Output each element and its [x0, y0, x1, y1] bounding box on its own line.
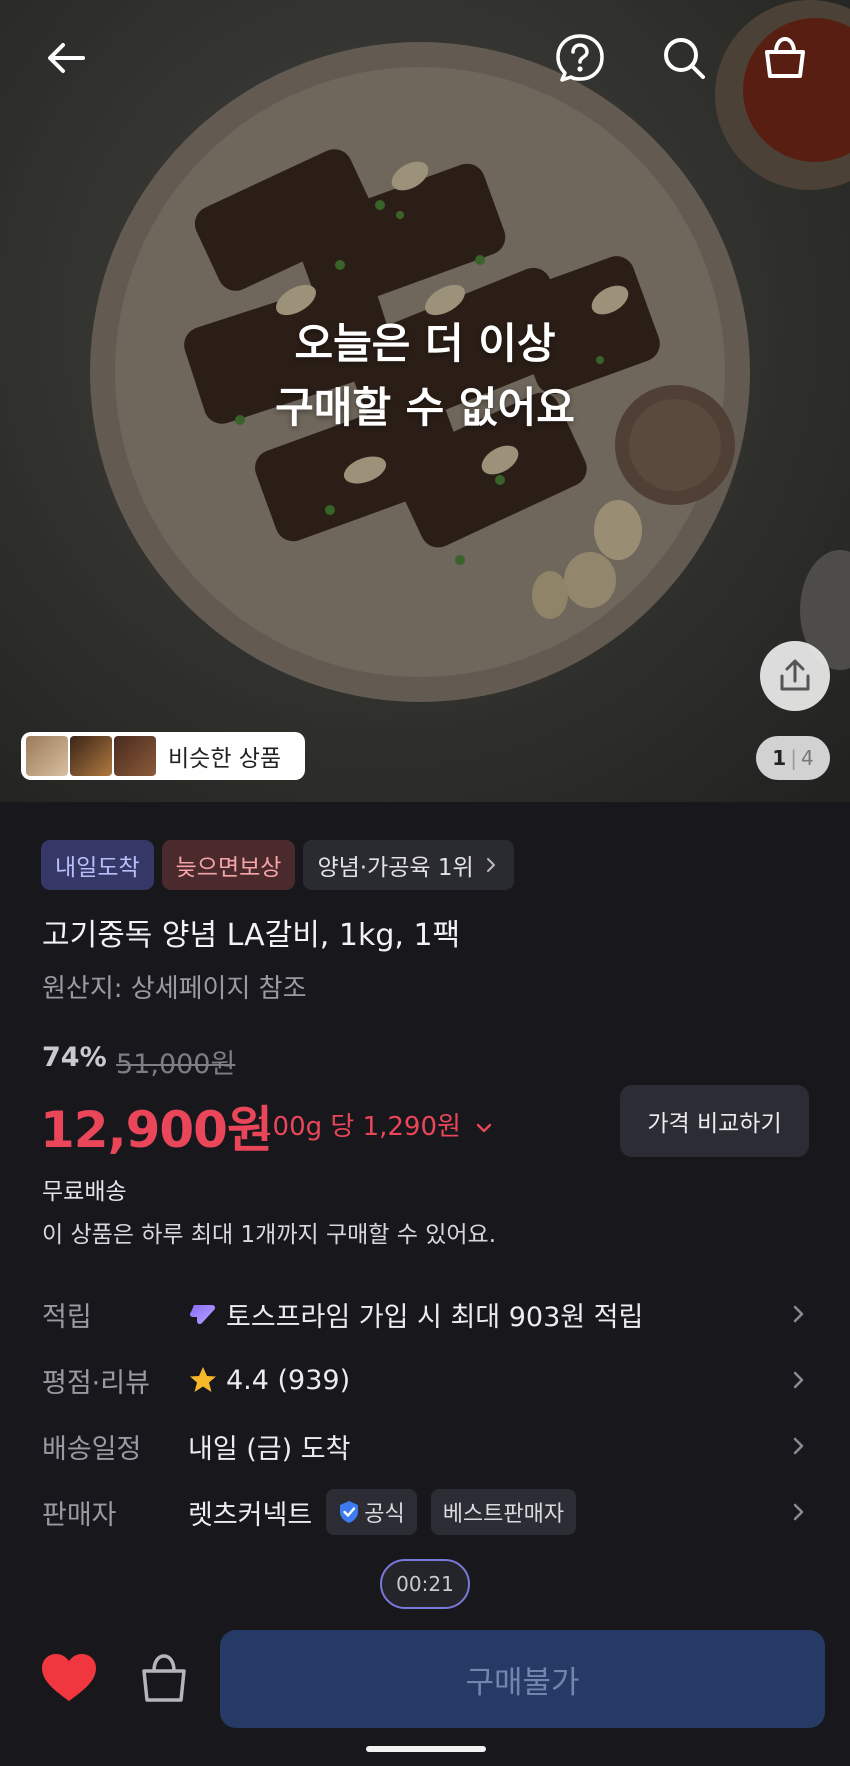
help-icon: [556, 34, 604, 82]
home-indicator: [366, 1746, 486, 1752]
tag-ranking-label: 양념·가공육 1위: [317, 855, 474, 881]
seller-label: 판매자: [42, 1499, 117, 1531]
delivery-label: 배송일정: [42, 1433, 142, 1465]
purchase-limit-notice: 이 상품은 하루 최대 1개까지 구매할 수 있어요.: [42, 1222, 497, 1248]
unit-price-toggle[interactable]: 100g 당 1,290원: [256, 1106, 493, 1143]
delivery-value: 내일 (금) 도착: [188, 1433, 351, 1465]
screen-recording-timer: 00:21: [380, 1559, 470, 1609]
reward-row[interactable]: 적립 토스프라임 가입 시 최대 903원 적립: [0, 1282, 850, 1346]
shipping-info: 무료배송: [42, 1179, 127, 1205]
similar-thumb-2: [70, 736, 112, 776]
product-tags: 내일도착 늦으면보상 양념·가공육 1위: [41, 840, 514, 890]
chevron-right-icon: [486, 858, 495, 872]
share-button[interactable]: [760, 641, 830, 711]
seller-name: 렛츠커넥트: [188, 1499, 313, 1531]
product-origin: 원산지: 상세페이지 참조: [42, 974, 307, 1004]
product-title: 고기중독 양념 LA갈비, 1kg, 1팩: [42, 918, 461, 953]
chevron-right-icon: [793, 1437, 804, 1455]
tag-tomorrow-arrival: 내일도착: [41, 840, 154, 890]
official-badge: 공식: [326, 1489, 417, 1535]
product-image-carousel[interactable]: 오늘은 더 이상 구매할 수 없어요 1 | 4 비슷한 상품: [0, 0, 850, 802]
shopping-bag-icon: [142, 1654, 186, 1702]
official-badge-label: 공식: [364, 1502, 405, 1527]
reward-text: 토스프라임 가입 시 최대 903원 적립: [226, 1301, 644, 1333]
buy-button[interactable]: 구매불가: [220, 1630, 825, 1728]
rating-text: 4.4 (939): [226, 1364, 351, 1396]
soldout-line-2: 구매할 수 없어요: [275, 383, 575, 432]
back-button[interactable]: [38, 30, 94, 86]
star-icon: [190, 1367, 216, 1392]
verified-shield-icon: [340, 1501, 359, 1523]
delivery-schedule-row[interactable]: 배송일정 내일 (금) 도착: [0, 1414, 850, 1478]
pager-current: 1: [772, 746, 787, 770]
pager-separator: |: [790, 746, 797, 770]
chevron-right-icon: [793, 1371, 804, 1389]
pager-total: 4: [800, 746, 814, 770]
chevron-right-icon: [793, 1503, 804, 1521]
discount-rate: 74%: [42, 1042, 107, 1073]
similar-thumb-1: [26, 736, 68, 776]
search-icon: [664, 38, 705, 79]
compare-price-button[interactable]: 가격 비교하기: [620, 1085, 809, 1157]
similar-products-button[interactable]: 비슷한 상품: [21, 732, 305, 780]
rating-value: 4.4 (939): [188, 1365, 350, 1396]
reward-label: 적립: [42, 1301, 92, 1333]
similar-thumb-3: [114, 736, 156, 776]
heart-icon: [42, 1654, 96, 1701]
chevron-right-icon: [793, 1305, 804, 1323]
wishlist-button[interactable]: [40, 1652, 98, 1704]
cart-header-button[interactable]: [757, 30, 813, 86]
rating-review-row[interactable]: 평점·리뷰 4.4 (939): [0, 1348, 850, 1412]
reward-value: 토스프라임 가입 시 최대 903원 적립: [188, 1295, 643, 1334]
image-pager: 1 | 4: [756, 736, 830, 780]
original-price: 51,000원: [116, 1049, 236, 1080]
shopping-bag-icon: [765, 36, 805, 78]
help-button[interactable]: [552, 30, 608, 86]
tag-ranking[interactable]: 양념·가공육 1위: [303, 840, 514, 890]
unit-price: 100g 당 1,290원: [256, 1112, 461, 1142]
chevron-down-icon: [477, 1123, 492, 1132]
back-arrow-icon: [48, 43, 85, 73]
similar-products-label: 비슷한 상품: [168, 746, 282, 772]
tag-late-compensation: 늦으면보상: [161, 840, 296, 890]
soldout-message: 오늘은 더 이상 구매할 수 없어요: [0, 312, 850, 440]
seller-value: 렛츠커넥트 공식 베스트판매자: [188, 1489, 577, 1535]
seller-row[interactable]: 판매자 렛츠커넥트 공식 베스트판매자: [0, 1480, 850, 1544]
add-to-cart-button[interactable]: [136, 1650, 192, 1706]
rating-label: 평점·리뷰: [42, 1367, 150, 1399]
toss-prime-icon: [189, 1305, 216, 1325]
share-icon: [780, 659, 810, 691]
best-seller-badge: 베스트판매자: [430, 1489, 577, 1535]
sale-price: 12,900원: [40, 1101, 273, 1159]
search-button[interactable]: [656, 30, 712, 86]
soldout-line-1: 오늘은 더 이상: [294, 319, 556, 368]
